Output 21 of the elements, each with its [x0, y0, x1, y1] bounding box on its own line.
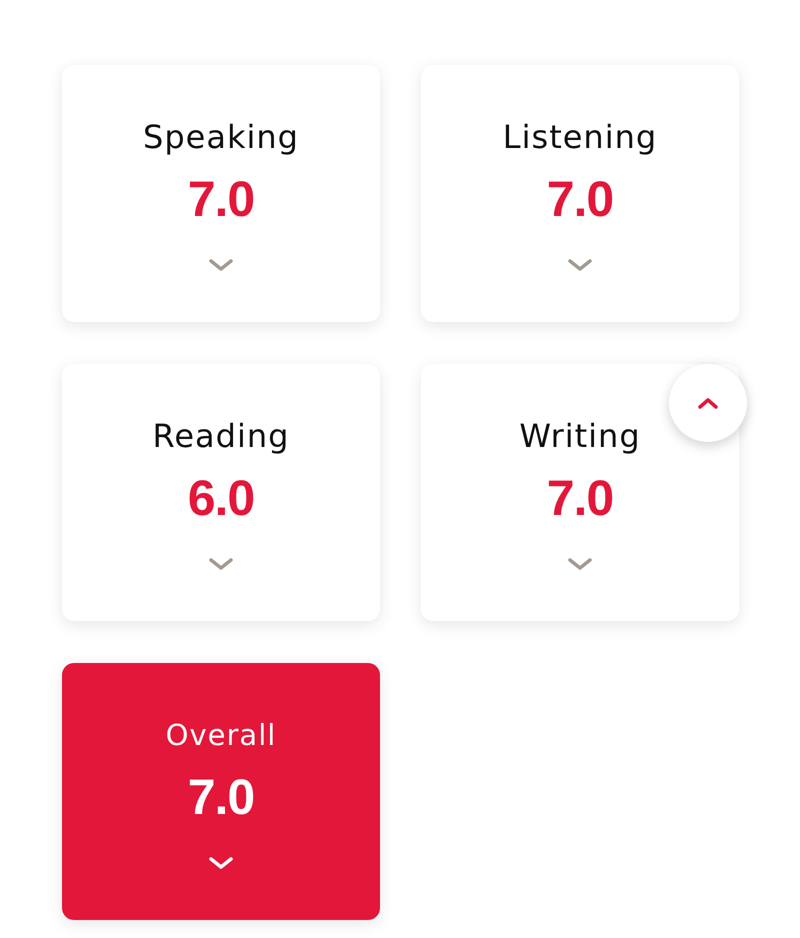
chevron-down-icon[interactable]	[566, 556, 594, 572]
score-label: Listening	[502, 117, 658, 158]
score-value: 7.0	[546, 171, 614, 227]
chevron-down-icon[interactable]	[207, 556, 235, 572]
score-card[interactable]: Listening 7.0	[421, 65, 739, 322]
score-card[interactable]: Overall 7.0	[62, 663, 380, 920]
chevron-up-icon	[696, 396, 720, 410]
chevron-down-icon[interactable]	[207, 855, 235, 871]
score-value: 6.0	[188, 470, 254, 526]
score-value: 7.0	[546, 470, 614, 526]
score-card[interactable]: Reading 6.0	[62, 364, 380, 621]
score-card[interactable]: Writing 7.0	[421, 364, 739, 621]
score-label: Reading	[152, 416, 290, 457]
chevron-down-icon[interactable]	[566, 257, 594, 273]
chevron-down-icon[interactable]	[207, 257, 235, 273]
score-label: Overall	[166, 717, 276, 754]
score-card[interactable]: Speaking 7.0	[62, 65, 380, 322]
score-value: 7.0	[188, 171, 254, 227]
score-value: 7.0	[188, 769, 254, 825]
score-label: Speaking	[143, 117, 299, 158]
score-label: Writing	[519, 416, 641, 457]
